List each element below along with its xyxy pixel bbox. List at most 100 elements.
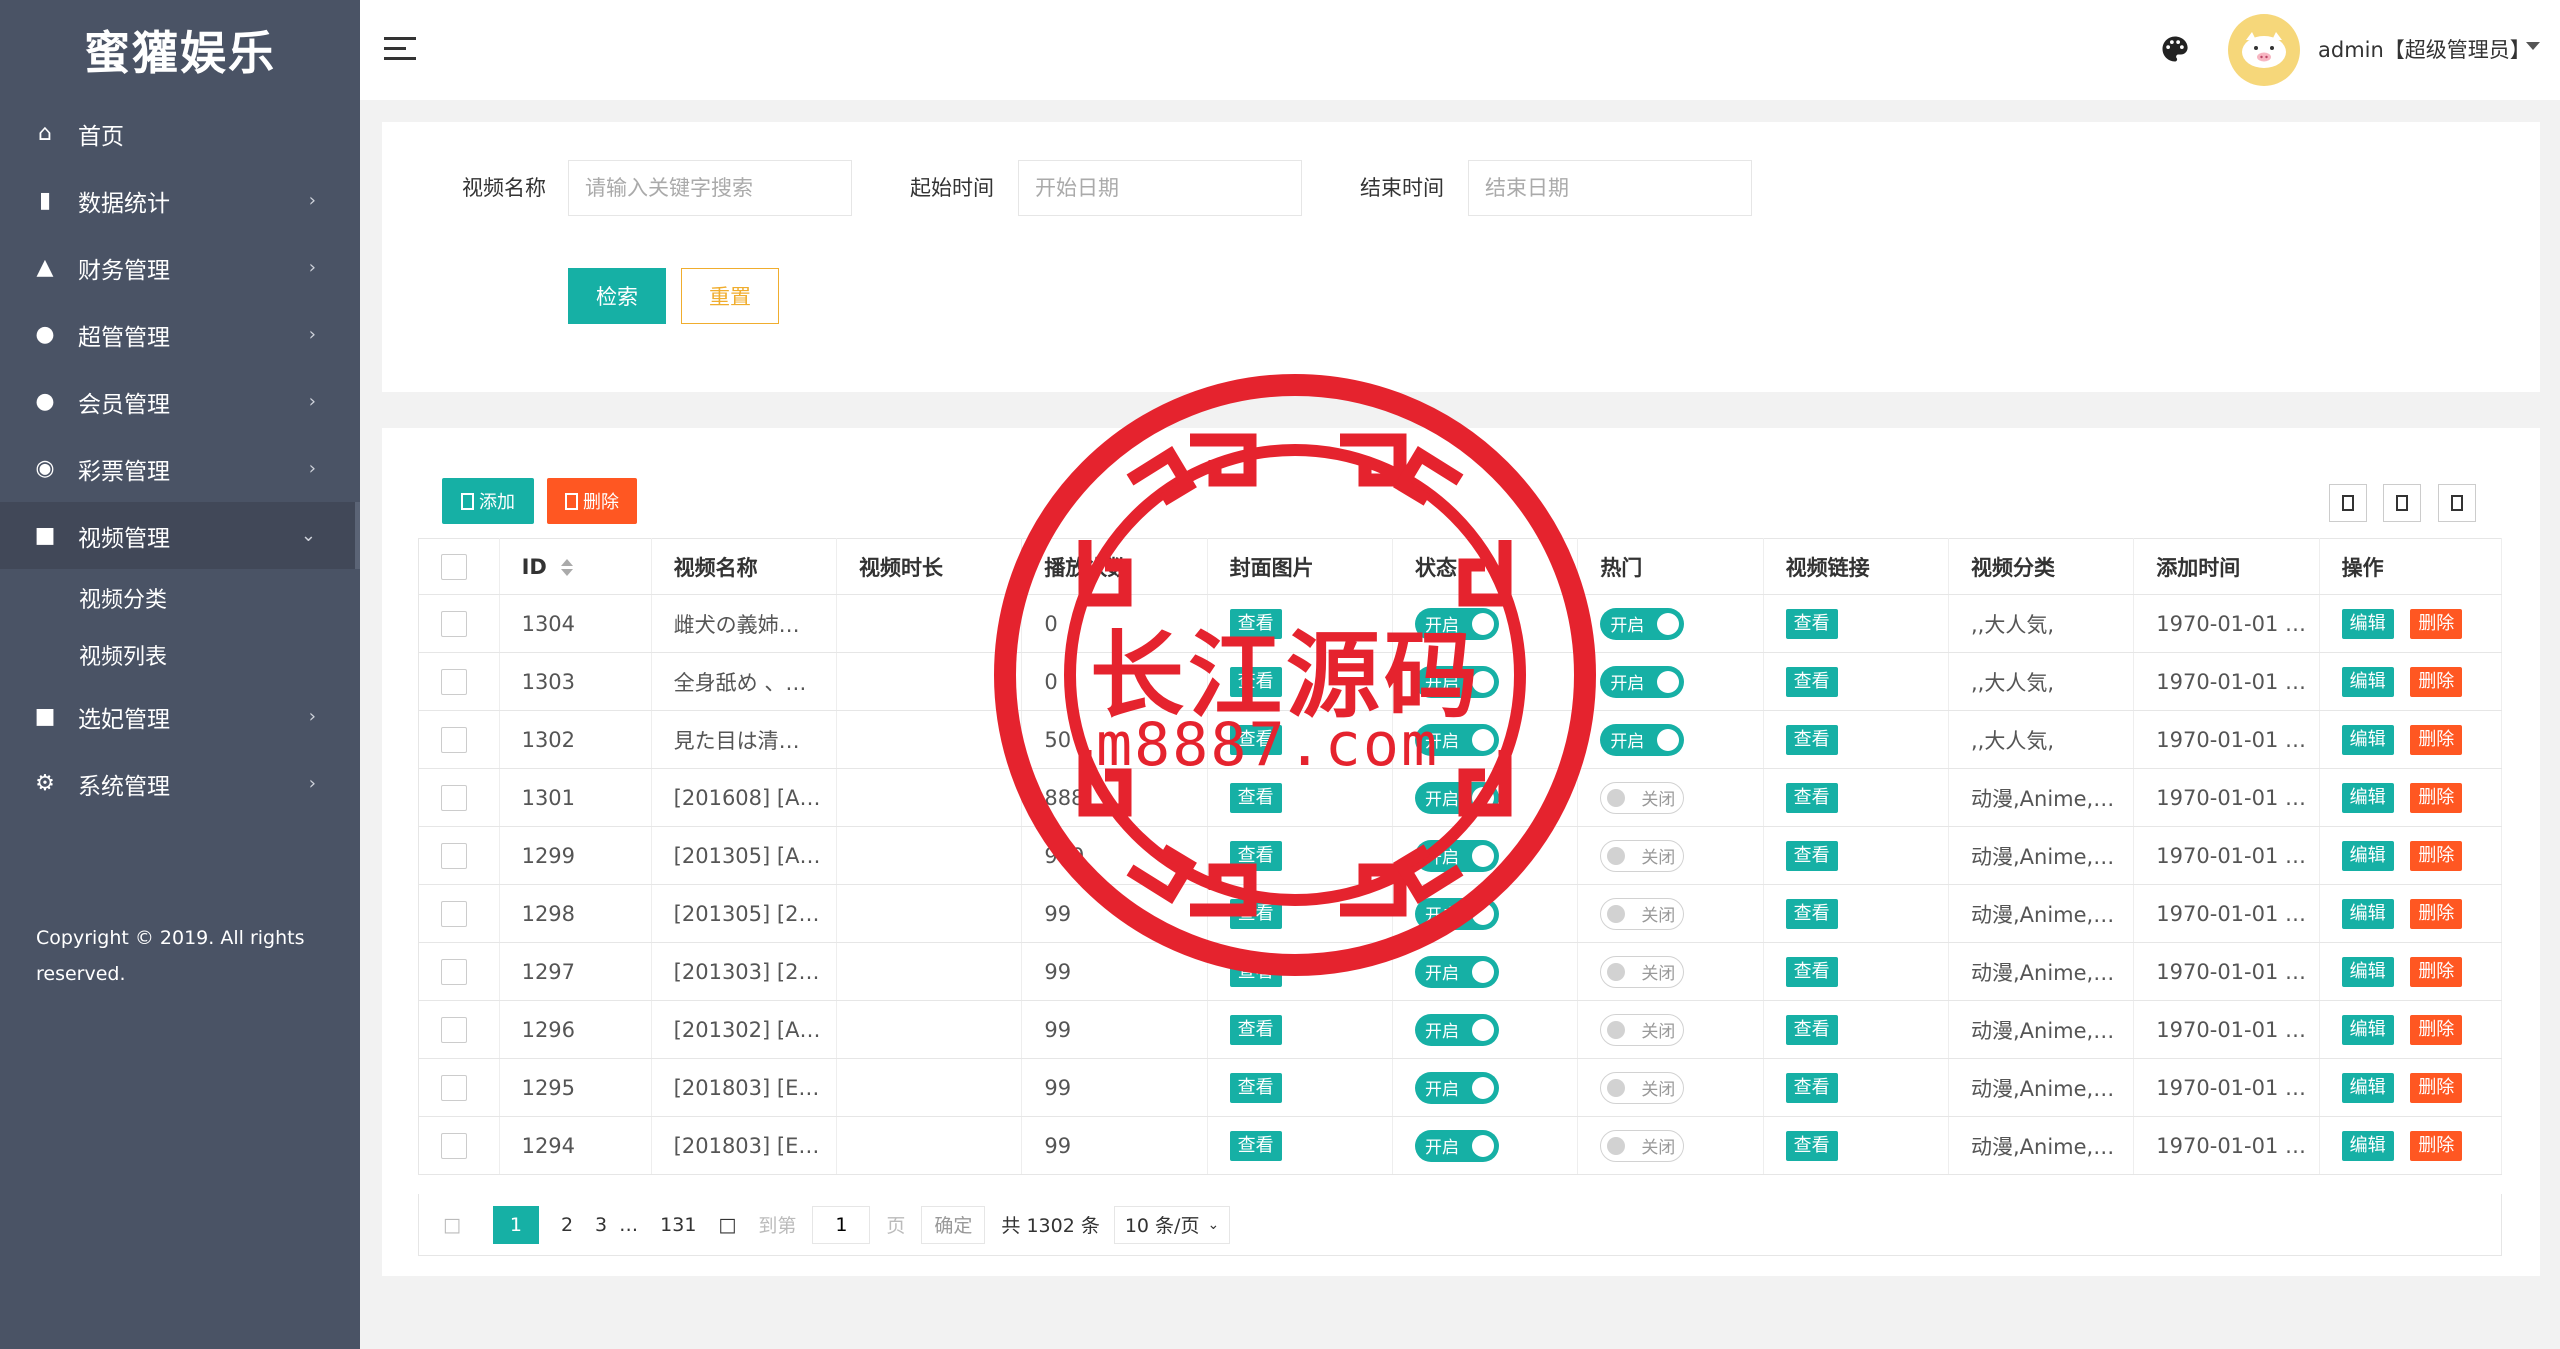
row-checkbox[interactable]: [441, 1132, 467, 1159]
edit-button[interactable]: 编辑: [2341, 782, 2394, 813]
sidebar-item-1[interactable]: ▮ 数据统计 ›: [0, 167, 360, 234]
row-checkbox[interactable]: [441, 958, 467, 985]
user-avatar[interactable]: [2228, 14, 2300, 86]
view-cover-button[interactable]: 查看: [1229, 898, 1282, 929]
edit-button[interactable]: 编辑: [2341, 898, 2394, 929]
page-last[interactable]: 131: [660, 1214, 696, 1236]
sidebar-item-5[interactable]: ◉ 彩票管理 ›: [0, 435, 360, 502]
user-menu-label[interactable]: admin【超级管理员】: [2318, 34, 2531, 64]
columns-filter-icon[interactable]: [2329, 484, 2367, 522]
sidebar-item-2[interactable]: ▲ 财务管理 ›: [0, 234, 360, 301]
delete-button[interactable]: 删除: [2410, 1014, 2463, 1045]
hot-toggle[interactable]: 开启: [1600, 723, 1685, 756]
reset-button[interactable]: 重置: [681, 268, 779, 324]
hot-toggle[interactable]: 关闭: [1600, 1129, 1685, 1162]
video-name-input[interactable]: [568, 160, 852, 216]
row-checkbox[interactable]: [441, 1016, 467, 1043]
row-checkbox[interactable]: [441, 726, 467, 753]
status-toggle[interactable]: 开启: [1414, 665, 1499, 698]
sidebar-item-4[interactable]: ● 会员管理 ›: [0, 368, 360, 435]
row-checkbox[interactable]: [441, 610, 467, 637]
hot-toggle[interactable]: 关闭: [1600, 839, 1685, 872]
per-page-select[interactable]: 10 条/页 ⌄: [1113, 1205, 1231, 1244]
view-cover-button[interactable]: 查看: [1229, 956, 1282, 987]
view-cover-button[interactable]: 查看: [1229, 782, 1282, 813]
row-checkbox[interactable]: [441, 784, 467, 811]
view-cover-button[interactable]: 查看: [1229, 724, 1282, 755]
sidebar-item-6[interactable]: ■ 视频管理 ⌄: [0, 502, 360, 569]
delete-button[interactable]: 删除: [2410, 1072, 2463, 1103]
view-cover-button[interactable]: 查看: [1229, 1130, 1282, 1161]
view-link-button[interactable]: 查看: [1785, 956, 1838, 987]
prev-page-icon[interactable]: □: [443, 1214, 461, 1236]
page-3[interactable]: 3: [595, 1214, 607, 1236]
edit-button[interactable]: 编辑: [2341, 956, 2394, 987]
delete-button[interactable]: 删除: [2410, 1130, 2463, 1161]
status-toggle[interactable]: 开启: [1414, 897, 1499, 930]
page-2[interactable]: 2: [561, 1214, 573, 1236]
chevron-down-icon[interactable]: [2526, 42, 2540, 50]
batch-delete-button[interactable]: 删除: [547, 478, 637, 524]
view-cover-button[interactable]: 查看: [1229, 1014, 1282, 1045]
status-toggle[interactable]: 开启: [1414, 1013, 1499, 1046]
view-link-button[interactable]: 查看: [1785, 666, 1838, 697]
edit-button[interactable]: 编辑: [2341, 840, 2394, 871]
delete-button[interactable]: 删除: [2410, 666, 2463, 697]
view-cover-button[interactable]: 查看: [1229, 666, 1282, 697]
hot-toggle[interactable]: 关闭: [1600, 1013, 1685, 1046]
edit-button[interactable]: 编辑: [2341, 666, 2394, 697]
view-cover-button[interactable]: 查看: [1229, 840, 1282, 871]
view-link-button[interactable]: 查看: [1785, 898, 1838, 929]
submenu-item-0[interactable]: 视频分类: [0, 569, 360, 626]
edit-button[interactable]: 编辑: [2341, 1130, 2394, 1161]
delete-button[interactable]: 删除: [2410, 956, 2463, 987]
view-cover-button[interactable]: 查看: [1229, 1072, 1282, 1103]
status-toggle[interactable]: 开启: [1414, 1129, 1499, 1162]
sidebar-item-0[interactable]: ⌂ 首页: [0, 100, 360, 167]
page-1[interactable]: 1: [492, 1205, 539, 1244]
edit-button[interactable]: 编辑: [2341, 1014, 2394, 1045]
hot-toggle[interactable]: 关闭: [1600, 781, 1685, 814]
edit-button[interactable]: 编辑: [2341, 608, 2394, 639]
view-link-button[interactable]: 查看: [1785, 840, 1838, 871]
submenu-item-1[interactable]: 视频列表: [0, 626, 360, 683]
print-icon[interactable]: [2438, 484, 2476, 522]
view-link-button[interactable]: 查看: [1785, 1130, 1838, 1161]
view-link-button[interactable]: 查看: [1785, 782, 1838, 813]
view-link-button[interactable]: 查看: [1785, 1014, 1838, 1045]
delete-button[interactable]: 删除: [2410, 898, 2463, 929]
add-button[interactable]: 添加: [442, 478, 534, 524]
view-link-button[interactable]: 查看: [1785, 724, 1838, 755]
search-button[interactable]: 检索: [568, 268, 666, 324]
palette-icon[interactable]: [2160, 34, 2190, 64]
end-date-input[interactable]: [1468, 160, 1752, 216]
status-toggle[interactable]: 开启: [1414, 1071, 1499, 1104]
sidebar-item-3[interactable]: ● 超管管理 ›: [0, 301, 360, 368]
row-checkbox[interactable]: [441, 900, 467, 927]
goto-confirm-button[interactable]: 确定: [921, 1205, 986, 1244]
sidebar-item-8[interactable]: ⚙ 系统管理 ›: [0, 750, 360, 817]
row-checkbox[interactable]: [441, 668, 467, 695]
sort-icon[interactable]: [560, 559, 573, 576]
delete-button[interactable]: 删除: [2410, 782, 2463, 813]
hot-toggle[interactable]: 开启: [1600, 607, 1685, 640]
hot-toggle[interactable]: 开启: [1600, 665, 1685, 698]
delete-button[interactable]: 删除: [2410, 608, 2463, 639]
hot-toggle[interactable]: 关闭: [1600, 897, 1685, 930]
goto-page-input[interactable]: [812, 1205, 871, 1244]
view-link-button[interactable]: 查看: [1785, 1072, 1838, 1103]
start-date-input[interactable]: [1018, 160, 1302, 216]
row-checkbox[interactable]: [441, 1074, 467, 1101]
status-toggle[interactable]: 开启: [1414, 781, 1499, 814]
view-link-button[interactable]: 查看: [1785, 608, 1838, 639]
status-toggle[interactable]: 开启: [1414, 723, 1499, 756]
export-icon[interactable]: [2383, 484, 2421, 522]
status-toggle[interactable]: 开启: [1414, 607, 1499, 640]
next-page-icon[interactable]: □: [718, 1214, 736, 1236]
edit-button[interactable]: 编辑: [2341, 1072, 2394, 1103]
sidebar-item-7[interactable]: ■ 选妃管理 ›: [0, 683, 360, 750]
row-checkbox[interactable]: [441, 842, 467, 869]
edit-button[interactable]: 编辑: [2341, 724, 2394, 755]
status-toggle[interactable]: 开启: [1414, 839, 1499, 872]
delete-button[interactable]: 删除: [2410, 724, 2463, 755]
